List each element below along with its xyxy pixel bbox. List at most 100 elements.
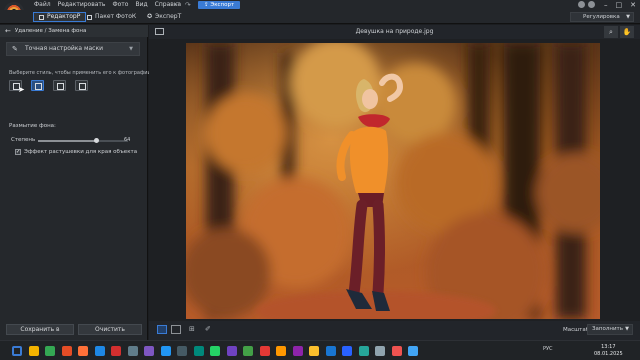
taskbar-app-icon[interactable] — [210, 346, 220, 356]
taskbar-app-icon[interactable] — [259, 346, 270, 356]
eyedropper-icon[interactable]: ✐ — [205, 325, 215, 334]
redo-icon[interactable]: ↷ — [185, 1, 191, 9]
panel-title: Удаление / Замена фона — [14, 28, 87, 34]
undo-redo: ↶ ↷ — [174, 1, 191, 9]
menu-items: Файл Редактировать Фото Вид Справка — [34, 1, 181, 9]
tab-editor-label: РедакторР — [47, 13, 81, 20]
feather-option[interactable]: ✓ Эффект растушевки для края объекта — [15, 149, 137, 155]
mode-select[interactable]: Регулировка ▼ — [570, 12, 634, 22]
taskbar-app-icon[interactable] — [127, 346, 138, 356]
workspace: Девушка на природе.jpg ⌕ ✋ ⊞ ✐ Масштаб З… — [149, 25, 640, 340]
clock-time: 13:17 — [601, 344, 616, 350]
chevron-down-icon: ▼ — [626, 14, 630, 20]
taskbar-app-icon[interactable] — [358, 346, 369, 356]
compare-icon[interactable]: ⊞ — [189, 325, 199, 334]
menu-photo[interactable]: Фото — [112, 1, 128, 9]
taskbar-app-icon[interactable] — [226, 346, 237, 356]
chevron-down-icon: ▼ — [129, 46, 133, 52]
degree-slider-fill — [38, 140, 96, 142]
left-panel: ← Удаление / Замена фона ✎ Точная настро… — [0, 25, 152, 340]
feather-checkbox[interactable]: ✓ — [15, 149, 21, 155]
save-to-button[interactable]: Сохранить в — [6, 324, 74, 335]
mouse-cursor-icon: ➤ — [18, 85, 25, 94]
editor-icon — [39, 14, 44, 20]
taskbar-app-icon[interactable] — [325, 346, 336, 356]
taskbar-app-icon[interactable] — [61, 346, 72, 356]
photo-image — [186, 43, 600, 319]
taskbar-app-icon[interactable] — [243, 346, 253, 356]
mode-select-value: Регулировка — [583, 14, 620, 20]
taskbar-app-icon[interactable] — [276, 346, 286, 356]
mask-refine-dropdown[interactable]: ✎ Точная настройка маски ▼ — [6, 42, 140, 56]
taskbar-app-icon[interactable] — [292, 346, 303, 356]
undo-icon[interactable]: ↶ — [174, 1, 180, 9]
tab-expert-label: ЭксперТ — [155, 13, 182, 20]
taskbar-app-icon[interactable] — [309, 346, 319, 356]
style-button-3[interactable] — [53, 80, 66, 91]
taskbar-app-icon[interactable] — [160, 346, 171, 356]
app-window: Файл Редактировать Фото Вид Справка ↶ ↷ … — [0, 0, 640, 360]
photo-canvas[interactable] — [186, 43, 600, 319]
panel-header: ← Удаление / Замена фона — [0, 25, 148, 37]
brush-icon: ✎ — [12, 45, 18, 53]
taskbar-app-icon[interactable] — [177, 346, 187, 356]
minimize-icon[interactable]: – — [604, 1, 608, 9]
taskbar-app-icon[interactable] — [78, 346, 88, 356]
batch-icon — [87, 14, 92, 20]
degree-slider-thumb[interactable] — [93, 138, 99, 143]
style-button-4[interactable] — [75, 80, 88, 91]
account-icon[interactable] — [588, 1, 595, 8]
taskbar-app-icon[interactable] — [111, 346, 121, 356]
tab-batch-label: Пакет ФотоК — [95, 13, 137, 20]
export-label: Экспорт — [210, 2, 235, 8]
expert-icon: ✪ — [147, 13, 153, 20]
taskbar-app-icon[interactable] — [94, 346, 105, 356]
top-right-icons — [578, 1, 595, 8]
tab-batch[interactable]: Пакет ФотоК — [82, 12, 141, 22]
tab-expert[interactable]: ✪ ЭксперТ — [142, 12, 186, 22]
taskbar-app-icon[interactable] — [28, 346, 39, 356]
taskbar-app-icon[interactable] — [45, 346, 55, 356]
degree-value: 64 — [124, 137, 131, 143]
tray-language[interactable]: РУС — [543, 346, 553, 352]
file-title: Девушка на природе.jpg — [355, 28, 434, 35]
degree-slider[interactable] — [38, 138, 128, 143]
zoom-select[interactable]: Заполнить ▼ — [587, 324, 633, 335]
mask-refine-label: Точная настройка маски — [25, 45, 104, 52]
clear-button[interactable]: Очистить — [78, 324, 142, 335]
menu-bar: Файл Редактировать Фото Вид Справка ↶ ↷ … — [0, 0, 640, 10]
degree-label: Степень — [11, 137, 36, 143]
taskbar-app-icon[interactable] — [144, 346, 154, 356]
workspace-footer: ⊞ ✐ Масштаб Заполнить ▼ — [149, 321, 640, 340]
taskbar-app-icon[interactable] — [391, 346, 402, 356]
single-view-icon[interactable] — [157, 325, 167, 334]
clock[interactable]: 13:17 08.01.2025 — [594, 344, 623, 358]
taskbar-app-icon[interactable] — [193, 346, 204, 356]
tabs-bar: РедакторР Пакет ФотоК ✪ ЭксперТ Регулиро… — [0, 10, 640, 24]
taskbar-app-icon[interactable] — [408, 346, 418, 356]
taskbar-app-icon[interactable] — [342, 346, 352, 356]
style-hint: Выберите стиль, чтобы применить его к фо… — [9, 70, 153, 76]
panel-footer: Сохранить в Очистить — [0, 321, 148, 340]
menu-edit[interactable]: Редактировать — [58, 1, 106, 9]
style-button-2[interactable] — [31, 80, 44, 91]
back-arrow-icon[interactable]: ← — [5, 27, 11, 35]
workspace-toolbar: Девушка на природе.jpg ⌕ ✋ — [149, 25, 640, 39]
background-blur-label: Размытие фона: — [9, 123, 56, 129]
chevron-down-icon: ▼ — [625, 326, 629, 332]
start-icon[interactable] — [12, 346, 22, 356]
taskbar: РУС 13:17 08.01.2025 — [0, 340, 640, 360]
split-view-icon[interactable] — [171, 325, 181, 334]
zoom-search-icon[interactable]: ⌕ — [604, 26, 618, 38]
menu-file[interactable]: Файл — [34, 1, 51, 9]
clock-date: 08.01.2025 — [594, 351, 623, 357]
hand-tool-icon[interactable]: ✋ — [620, 26, 634, 38]
settings-icon[interactable] — [578, 1, 585, 8]
taskbar-app-icon[interactable] — [375, 346, 385, 356]
tab-editor[interactable]: РедакторР — [33, 12, 87, 22]
menu-view[interactable]: Вид — [135, 1, 147, 9]
maximize-icon[interactable]: □ — [616, 1, 623, 9]
export-button[interactable]: ⇪ Экспорт — [198, 1, 241, 9]
zoom-label: Масштаб — [563, 327, 590, 333]
close-icon[interactable]: ✕ — [630, 1, 636, 9]
